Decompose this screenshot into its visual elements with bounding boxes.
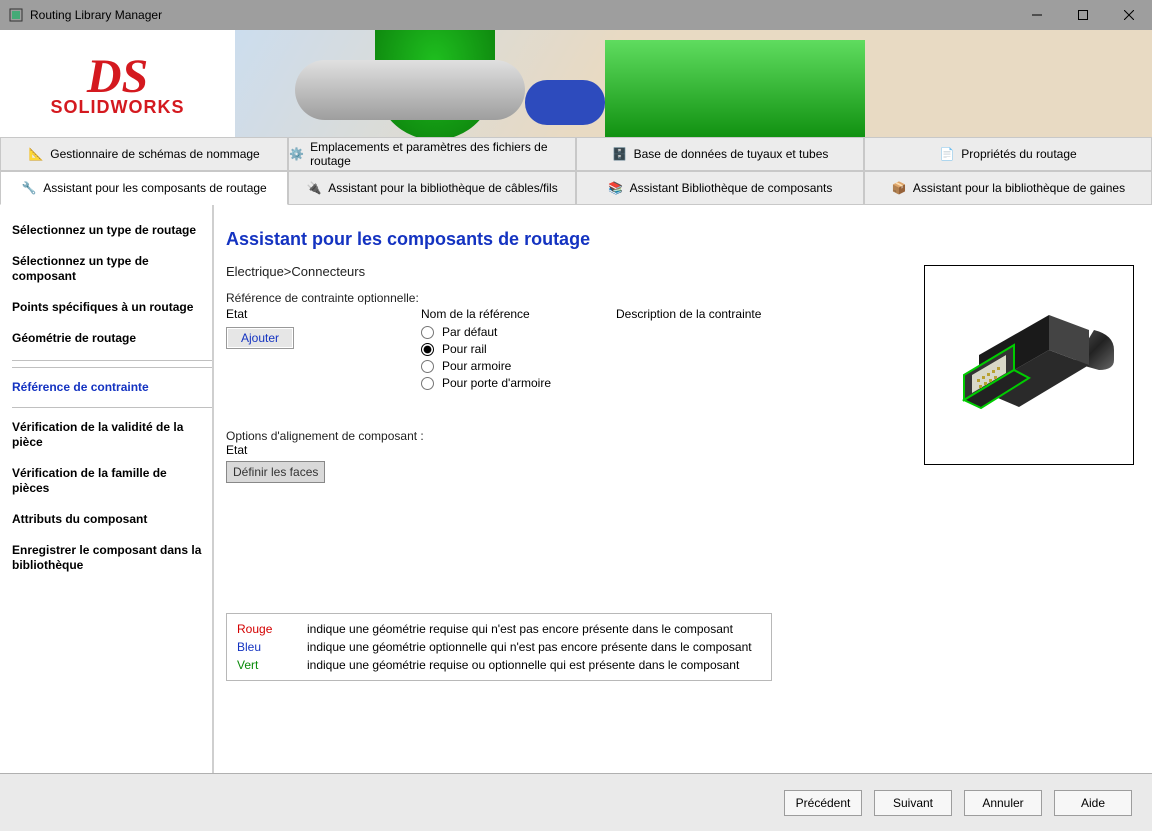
footer-bar: Précédent Suivant Annuler Aide: [0, 773, 1152, 831]
window-title: Routing Library Manager: [30, 8, 1014, 22]
tab-naming-schemes[interactable]: 📐 Gestionnaire de schémas de nommage: [0, 137, 288, 171]
ds-logo-icon: DS: [87, 57, 148, 97]
etat-header: Etat: [226, 307, 401, 321]
minimize-button[interactable]: [1014, 0, 1060, 30]
legend-text: indique une géométrie requise qui n'est …: [307, 622, 733, 636]
step-save-to-library[interactable]: Enregistrer le composant dans la bibliot…: [12, 535, 212, 581]
banner-image: [235, 30, 1152, 137]
title-bar: Routing Library Manager: [0, 0, 1152, 30]
tab-file-locations[interactable]: ⚙️ Emplacements et paramètres des fichie…: [288, 137, 576, 171]
tab-label: Emplacements et paramètres des fichiers …: [310, 140, 575, 168]
logo-box: DS SOLIDWORKS: [0, 30, 235, 137]
radio-cabinet[interactable]: Pour armoire: [421, 359, 596, 373]
tab-duct-library-wizard[interactable]: 📦 Assistant pour la bibliothèque de gain…: [864, 171, 1152, 205]
tab-routing-component-wizard[interactable]: 🔧 Assistant pour les composants de routa…: [0, 171, 288, 205]
wizard-icon: 📐: [28, 146, 44, 162]
tab-label: Assistant pour la bibliothèque de câbles…: [328, 181, 557, 195]
header-area: DS SOLIDWORKS: [0, 30, 1152, 137]
radio-default[interactable]: Par défaut: [421, 325, 596, 339]
tab-cable-library-wizard[interactable]: 🔌 Assistant pour la bibliothèque de câbl…: [288, 171, 576, 205]
legend-color-red: Rouge: [237, 622, 293, 636]
next-button[interactable]: Suivant: [874, 790, 952, 816]
cancel-button[interactable]: Annuler: [964, 790, 1042, 816]
tabs-row-2: 🔧 Assistant pour les composants de routa…: [0, 171, 1152, 205]
legend-text: indique une géométrie optionnelle qui n'…: [307, 640, 752, 654]
tab-component-library-wizard[interactable]: 📚 Assistant Bibliothèque de composants: [576, 171, 864, 205]
tabs-row-1: 📐 Gestionnaire de schémas de nommage ⚙️ …: [0, 137, 1152, 171]
close-button[interactable]: [1106, 0, 1152, 30]
tab-label: Assistant Bibliothèque de composants: [630, 181, 833, 195]
define-faces-button[interactable]: Définir les faces: [226, 461, 325, 483]
app-icon: [8, 7, 24, 23]
wizard-steps-sidebar: Sélectionnez un type de routage Sélectio…: [0, 205, 214, 773]
cable-icon: 🔌: [306, 180, 322, 196]
step-routing-points[interactable]: Points spécifiques à un routage: [12, 292, 212, 323]
legend-row-blue: Bleu indique une géométrie optionnelle q…: [237, 638, 761, 656]
step-family-check[interactable]: Vérification de la famille de pièces: [12, 458, 212, 504]
tab-pipe-db[interactable]: 🗄️ Base de données de tuyaux et tubes: [576, 137, 864, 171]
legend-box: Rouge indique une géométrie requise qui …: [226, 613, 772, 681]
legend-color-blue: Bleu: [237, 640, 293, 654]
main-panel: Assistant pour les composants de routage…: [214, 205, 1152, 773]
constraint-description-header: Description de la contrainte: [616, 307, 761, 393]
radio-label: Par défaut: [442, 325, 497, 339]
database-icon: 🗄️: [612, 146, 628, 162]
tab-label: Base de données de tuyaux et tubes: [634, 147, 829, 161]
tab-label: Assistant pour la bibliothèque de gaines: [913, 181, 1125, 195]
radio-label: Pour armoire: [442, 359, 511, 373]
step-constraint-reference[interactable]: Référence de contrainte: [12, 367, 212, 408]
radio-rail[interactable]: Pour rail: [421, 342, 596, 356]
step-routing-geometry[interactable]: Géométrie de routage: [12, 323, 212, 361]
page-title: Assistant pour les composants de routage: [226, 229, 1134, 250]
legend-row-red: Rouge indique une géométrie requise qui …: [237, 620, 761, 638]
tab-routing-props[interactable]: 📄 Propriétés du routage: [864, 137, 1152, 171]
radio-label: Pour porte d'armoire: [442, 376, 551, 390]
radio-label: Pour rail: [442, 342, 487, 356]
previous-button[interactable]: Précédent: [784, 790, 862, 816]
connector-icon: [939, 295, 1119, 435]
step-routing-type[interactable]: Sélectionnez un type de routage: [12, 215, 212, 246]
radio-cabinet-door[interactable]: Pour porte d'armoire: [421, 376, 596, 390]
step-component-type[interactable]: Sélectionnez un type de composant: [12, 246, 212, 292]
step-component-attributes[interactable]: Attributs du composant: [12, 504, 212, 535]
content-area: Sélectionnez un type de routage Sélectio…: [0, 205, 1152, 773]
library-icon: 📚: [608, 180, 624, 196]
document-icon: 📄: [939, 146, 955, 162]
step-part-validity[interactable]: Vérification de la validité de la pièce: [12, 408, 212, 458]
legend-color-green: Vert: [237, 658, 293, 672]
legend-row-green: Vert indique une géométrie requise ou op…: [237, 656, 761, 674]
tab-label: Propriétés du routage: [961, 147, 1076, 161]
gear-icon: ⚙️: [289, 146, 304, 162]
window-controls: [1014, 0, 1152, 30]
wizard-icon: 🔧: [21, 180, 37, 196]
add-button[interactable]: Ajouter: [226, 327, 294, 349]
maximize-button[interactable]: [1060, 0, 1106, 30]
tab-label: Assistant pour les composants de routage: [43, 181, 266, 195]
solidworks-logo-text: SOLIDWORKS: [51, 97, 185, 118]
duct-icon: 📦: [891, 180, 907, 196]
help-button[interactable]: Aide: [1054, 790, 1132, 816]
reference-name-header: Nom de la référence: [421, 307, 596, 321]
tab-label: Gestionnaire de schémas de nommage: [50, 147, 259, 161]
legend-text: indique une géométrie requise ou optionn…: [307, 658, 739, 672]
component-preview: [924, 265, 1134, 465]
